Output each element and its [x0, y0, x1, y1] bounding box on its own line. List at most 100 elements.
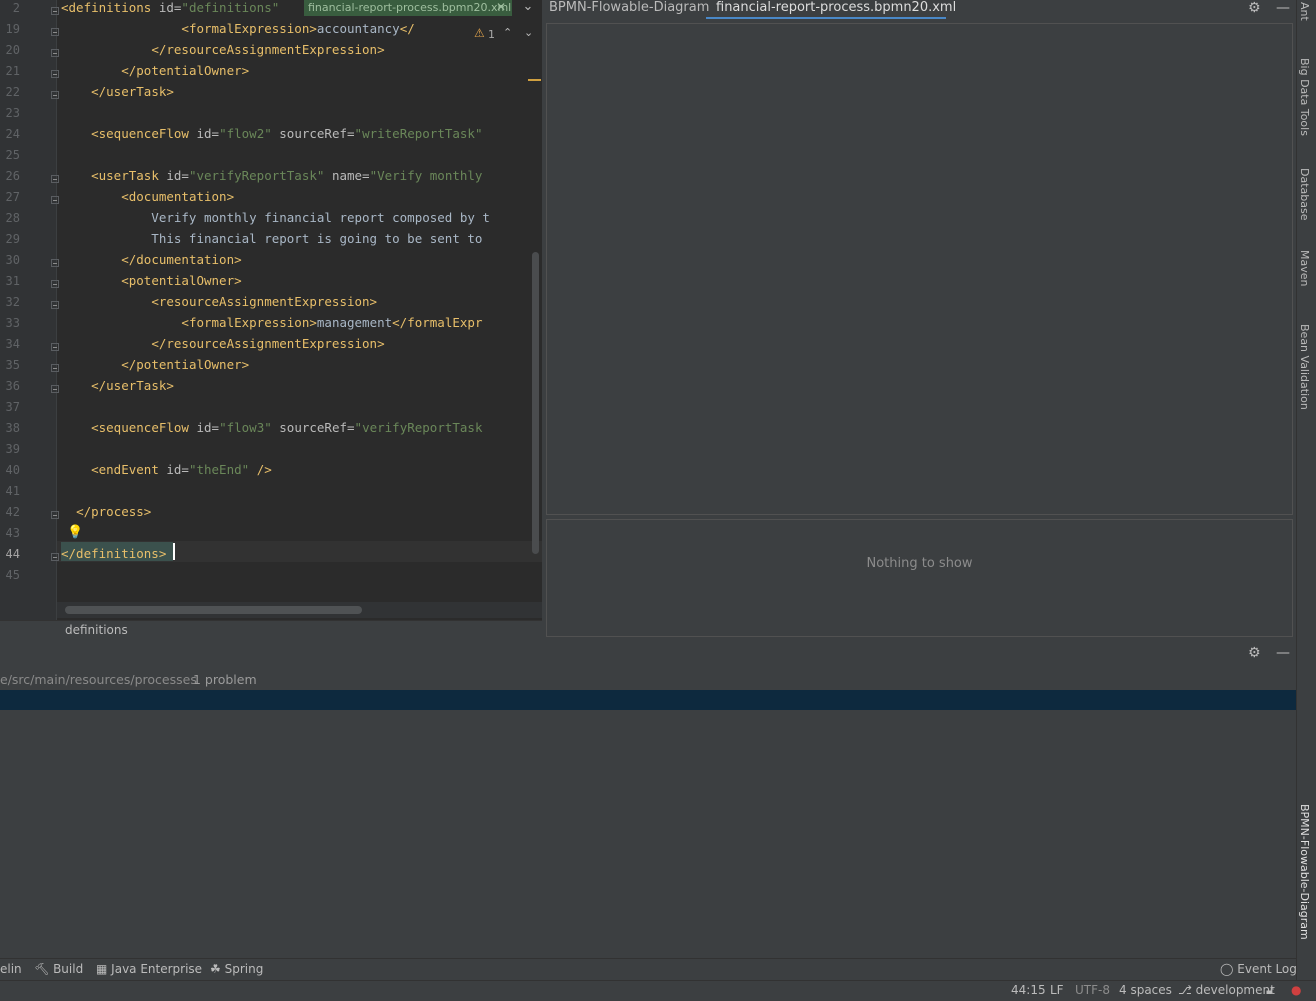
code-line[interactable]: </potentialOwner>	[61, 357, 249, 372]
warning-icon[interactable]: ⚠	[474, 26, 485, 40]
horizontal-scrollbar[interactable]	[65, 606, 362, 614]
chevron-down-icon[interactable]: ⌄	[524, 26, 533, 39]
code-line[interactable]: <formalExpression>accountancy</	[61, 21, 414, 36]
line-number[interactable]: 26	[0, 169, 20, 183]
lightbulb-icon[interactable]: 💡	[67, 525, 83, 541]
fold-marker-icon[interactable]	[51, 511, 59, 519]
code-line[interactable]: </resourceAssignmentExpression>	[61, 336, 384, 351]
code-line[interactable]: <potentialOwner>	[61, 273, 241, 288]
line-number[interactable]: 45	[0, 568, 20, 582]
tool-spring[interactable]: ☘ Spring	[210, 962, 263, 976]
chevron-down-icon[interactable]: ⌄	[520, 0, 536, 16]
line-number[interactable]: 37	[0, 400, 20, 414]
fold-marker-icon[interactable]	[51, 28, 59, 36]
git-branch[interactable]: ⎇ development	[1178, 983, 1275, 997]
tool-event-log[interactable]: ◯ Event Log	[1220, 962, 1297, 976]
code-line[interactable]: <documentation>	[61, 189, 234, 204]
line-number[interactable]: 29	[0, 232, 20, 246]
fold-marker-icon[interactable]	[51, 301, 59, 309]
line-separator[interactable]: LF	[1050, 983, 1064, 997]
tool-maven[interactable]: Maven	[1298, 250, 1311, 286]
code-line[interactable]: <endEvent id="theEnd" />	[61, 462, 272, 477]
tool-big-data-tools[interactable]: Big Data Tools	[1298, 58, 1311, 136]
tool-java-enterprise[interactable]: ▦ Java Enterprise	[96, 962, 202, 976]
line-number[interactable]: 35	[0, 358, 20, 372]
line-number[interactable]: 43	[0, 526, 20, 540]
tool-bpmn-flowable-diagram[interactable]: BPMN-Flowable-Diagram	[1298, 804, 1311, 940]
code-line[interactable]: <sequenceFlow id="flow3" sourceRef="veri…	[61, 420, 482, 435]
line-number[interactable]: 34	[0, 337, 20, 351]
diagram-canvas[interactable]	[546, 23, 1293, 515]
fold-marker-icon[interactable]	[51, 553, 59, 561]
line-number[interactable]: 27	[0, 190, 20, 204]
line-number[interactable]: 28	[0, 211, 20, 225]
fold-marker-icon[interactable]	[51, 196, 59, 204]
selected-problem-row[interactable]	[0, 690, 1296, 710]
code-line[interactable]: <resourceAssignmentExpression>	[61, 294, 377, 309]
line-number[interactable]: 41	[0, 484, 20, 498]
chevron-up-icon[interactable]: ⌃	[503, 26, 512, 39]
code-line[interactable]: </resourceAssignmentExpression>	[61, 42, 384, 57]
line-number[interactable]: 19	[0, 22, 20, 36]
indent-setting[interactable]: 4 spaces	[1119, 983, 1172, 997]
tool-kotlin[interactable]: elin	[0, 962, 22, 976]
code-line[interactable]: </userTask>	[61, 84, 174, 99]
line-number[interactable]: 31	[0, 274, 20, 288]
close-icon[interactable]: ✕	[496, 0, 510, 16]
line-number[interactable]: 39	[0, 442, 20, 456]
code-line[interactable]: <userTask id="verifyReportTask" name="Ve…	[61, 168, 482, 183]
code-line[interactable]: </process>	[61, 504, 151, 519]
line-number[interactable]: 20	[0, 43, 20, 57]
gear-icon[interactable]: ⚙	[1248, 645, 1261, 661]
line-number[interactable]: 23	[0, 106, 20, 120]
fold-marker-icon[interactable]	[51, 7, 59, 15]
line-number[interactable]: 32	[0, 295, 20, 309]
line-number[interactable]: 21	[0, 64, 20, 78]
error-icon[interactable]: ●	[1291, 983, 1301, 997]
line-number[interactable]: 36	[0, 379, 20, 393]
line-number[interactable]: 42	[0, 505, 20, 519]
line-number[interactable]: 2	[0, 1, 20, 15]
lock-icon[interactable]: 🔓︎	[1266, 983, 1274, 998]
tab-xml-file[interactable]: financial-report-process.bpmn20.xml	[716, 0, 956, 18]
fold-marker-icon[interactable]	[51, 49, 59, 57]
minimize-icon[interactable]: —	[1276, 0, 1290, 16]
tool-build[interactable]: 🔨︎ Build	[34, 962, 83, 976]
problems-file-path[interactable]: e/src/main/resources/processes	[0, 672, 197, 687]
minimize-icon[interactable]: —	[1276, 645, 1290, 661]
vertical-scrollbar[interactable]	[532, 252, 539, 554]
line-number[interactable]: 44	[0, 547, 20, 561]
code-line[interactable]: This financial report is going to be sen…	[61, 231, 482, 246]
fold-marker-icon[interactable]	[51, 175, 59, 183]
editor-file-tab[interactable]: financial-report-process.bpmn20.xml	[304, 0, 512, 16]
fold-marker-icon[interactable]	[51, 364, 59, 372]
code-line[interactable]: <sequenceFlow id="flow2" sourceRef="writ…	[61, 126, 482, 141]
tool-ant[interactable]: Ant	[1298, 2, 1311, 21]
fold-marker-icon[interactable]	[51, 259, 59, 267]
fold-marker-icon[interactable]	[51, 385, 59, 393]
code-line[interactable]: </potentialOwner>	[61, 63, 249, 78]
tool-database[interactable]: Database	[1298, 168, 1311, 221]
code-line[interactable]: <formalExpression>management</formalExpr	[61, 315, 482, 330]
line-number[interactable]: 30	[0, 253, 20, 267]
code-line[interactable]: </definitions>	[61, 546, 166, 561]
line-number[interactable]: 38	[0, 421, 20, 435]
fold-marker-icon[interactable]	[51, 91, 59, 99]
line-number[interactable]: 40	[0, 463, 20, 477]
code-line[interactable]: Verify monthly financial report composed…	[61, 210, 490, 225]
file-encoding[interactable]: UTF-8	[1075, 983, 1110, 997]
error-stripe-mark[interactable]	[528, 79, 541, 81]
line-number[interactable]: 25	[0, 148, 20, 162]
code-line[interactable]: </documentation>	[61, 252, 241, 267]
breadcrumb-item[interactable]: definitions	[65, 623, 128, 637]
fold-marker-icon[interactable]	[51, 343, 59, 351]
tool-bean-validation[interactable]: Bean Validation	[1298, 324, 1311, 410]
tab-bpmn-diagram[interactable]: BPMN-Flowable-Diagram	[549, 0, 709, 18]
code-line[interactable]: <definitions id="definitions"	[61, 0, 279, 15]
caret-position[interactable]: 44:15	[1011, 983, 1046, 997]
line-number[interactable]: 33	[0, 316, 20, 330]
code-line[interactable]: </userTask>	[61, 378, 174, 393]
warning-count[interactable]: 1	[488, 28, 495, 41]
gear-icon[interactable]: ⚙	[1248, 0, 1261, 16]
line-number[interactable]: 22	[0, 85, 20, 99]
